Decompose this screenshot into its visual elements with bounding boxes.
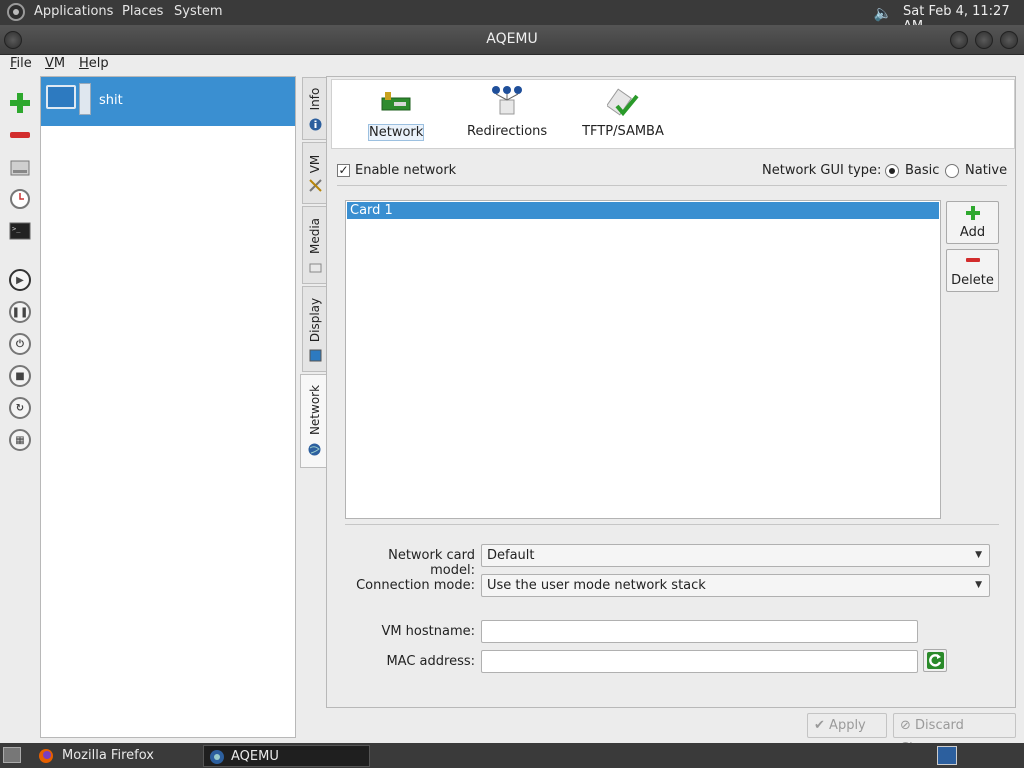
- network-card-list[interactable]: Card 1: [345, 200, 941, 519]
- tftp-samba-icon: [607, 88, 639, 117]
- hostname-label: VM hostname:: [381, 624, 475, 639]
- power-icon[interactable]: ⏻: [7, 331, 33, 357]
- media-icon: [309, 263, 322, 273]
- network-card-icon: [381, 92, 411, 111]
- delete-icon: [966, 258, 980, 262]
- gui-type-label: Network GUI type:: [762, 163, 882, 178]
- applications-menu[interactable]: Applications: [34, 4, 113, 19]
- delete-card-button[interactable]: Delete: [946, 249, 999, 292]
- chevron-down-icon: ▼: [975, 580, 982, 590]
- card-model-combo[interactable]: Default ▼: [481, 544, 990, 567]
- divider: [345, 524, 999, 525]
- tab-info[interactable]: Info: [302, 77, 327, 140]
- generate-mac-button[interactable]: [923, 649, 947, 672]
- task-mozilla-firefox[interactable]: Mozilla Firefox: [32, 745, 198, 767]
- task-aqemu[interactable]: AQEMU: [203, 745, 370, 767]
- vm-list-item[interactable]: shit: [41, 77, 295, 126]
- section-bar: Network Redirections TFTP/SAMBA: [331, 79, 1015, 149]
- taskbar: Mozilla Firefox AQEMU: [0, 743, 1024, 768]
- gui-native-label: Native: [965, 163, 1008, 178]
- top-panel: Applications Places System 🔈 Sat Feb 4, …: [0, 0, 1024, 34]
- tab-media[interactable]: Media: [302, 206, 327, 284]
- tab-vm[interactable]: VM: [302, 142, 327, 204]
- show-desktop-icon[interactable]: [3, 747, 21, 763]
- section-network[interactable]: Network: [362, 80, 430, 148]
- terminal-icon[interactable]: >_: [7, 218, 33, 244]
- computer-icon: [46, 85, 76, 109]
- vm-name: shit: [99, 93, 123, 108]
- workspace-switcher-icon[interactable]: [937, 746, 957, 765]
- mac-address-input[interactable]: [481, 650, 918, 673]
- gui-basic-radio[interactable]: [885, 164, 899, 178]
- chevron-down-icon: ▼: [975, 550, 982, 560]
- places-menu[interactable]: Places: [122, 4, 163, 19]
- apply-button[interactable]: ✔ Apply: [807, 713, 887, 738]
- window-titlebar[interactable]: AQEMU: [0, 25, 1024, 55]
- system-menu[interactable]: System: [174, 4, 222, 19]
- enable-network-label: Enable network: [355, 163, 457, 178]
- minimize-icon[interactable]: [950, 31, 968, 49]
- tab-display[interactable]: Display: [302, 286, 327, 372]
- info-icon: [309, 118, 322, 131]
- vm-menu[interactable]: VM: [45, 56, 65, 71]
- network-globe-icon: [308, 443, 321, 456]
- tower-icon: [79, 83, 91, 115]
- menubar: File VM Help: [0, 55, 1024, 75]
- close-icon[interactable]: [1000, 31, 1018, 49]
- enable-network-checkbox[interactable]: ✓: [337, 164, 350, 177]
- refresh-icon: [927, 652, 944, 669]
- save-icon[interactable]: ▦: [7, 427, 33, 453]
- disk-icon[interactable]: [7, 154, 33, 180]
- connection-mode-label: Connection mode:: [356, 578, 475, 593]
- add-card-button[interactable]: Add: [946, 201, 999, 244]
- window-title: AQEMU: [486, 31, 538, 47]
- help-menu[interactable]: Help: [79, 56, 109, 71]
- connection-mode-combo[interactable]: Use the user mode network stack ▼: [481, 574, 990, 597]
- gui-basic-label: Basic: [905, 163, 940, 178]
- tab-network[interactable]: Network: [300, 374, 328, 468]
- firefox-icon: [39, 749, 53, 763]
- file-menu[interactable]: File: [10, 56, 32, 71]
- svg-text:>_: >_: [12, 225, 21, 233]
- aqemu-icon: [210, 750, 224, 764]
- gui-native-radio[interactable]: [945, 164, 959, 178]
- section-redirections[interactable]: Redirections: [467, 80, 547, 148]
- clock-icon[interactable]: [7, 186, 33, 212]
- play-icon[interactable]: ▶: [7, 267, 33, 293]
- volume-icon[interactable]: 🔈: [873, 3, 893, 23]
- reset-icon[interactable]: ↻: [7, 395, 33, 421]
- add-icon: [966, 206, 980, 220]
- tools-icon: [309, 179, 322, 192]
- stop-icon[interactable]: ■: [7, 363, 33, 389]
- display-icon: [309, 349, 322, 362]
- add-vm-icon[interactable]: [7, 90, 33, 116]
- discard-icon: ⊘: [900, 718, 911, 733]
- card-model-label: Network card model:: [388, 548, 475, 578]
- mac-address-label: MAC address:: [386, 654, 475, 669]
- maximize-icon[interactable]: [975, 31, 993, 49]
- hostname-input[interactable]: [481, 620, 918, 643]
- left-toolbar: >_ ▶ ❚❚ ⏻ ■ ↻ ▦: [0, 77, 38, 457]
- card-list-item[interactable]: Card 1: [347, 202, 939, 219]
- pause-icon[interactable]: ❚❚: [7, 299, 33, 325]
- vm-list[interactable]: shit: [40, 76, 296, 738]
- remove-vm-icon[interactable]: [7, 122, 33, 148]
- discard-changes-button[interactable]: ⊘ Discard Changes: [893, 713, 1016, 756]
- apply-check-icon: ✔: [814, 718, 825, 733]
- divider: [337, 185, 1007, 186]
- section-tftp-samba[interactable]: TFTP/SAMBA: [580, 80, 666, 148]
- gnome-foot-icon[interactable]: [7, 3, 25, 21]
- redirections-icon: [492, 86, 522, 115]
